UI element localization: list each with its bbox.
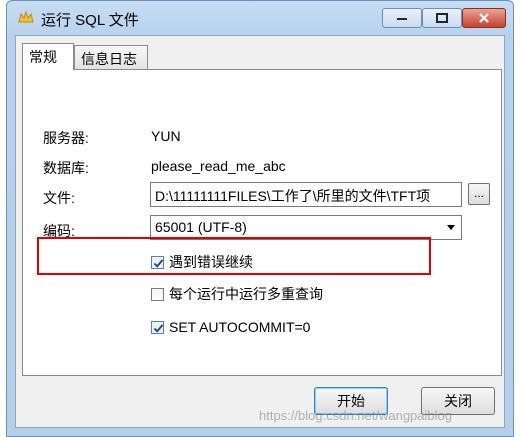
red-annotation-box — [37, 237, 431, 275]
minimize-button[interactable] — [382, 8, 422, 28]
server-label: 服务器: — [43, 130, 89, 146]
window-title: 运行 SQL 文件 — [41, 12, 139, 29]
close-window-button[interactable] — [462, 8, 506, 28]
watermark: https://blog.csdn.net/wangpaiblog — [259, 408, 452, 423]
title-bar: 运行 SQL 文件 — [7, 1, 513, 35]
dialog-body: 常规 信息日志 服务器: YUN 数据库: please_read_me_abc… — [15, 35, 505, 428]
encoding-value: 65001 (UTF-8) — [155, 219, 247, 235]
maximize-button[interactable] — [422, 8, 462, 28]
run-sql-file-dialog: 运行 SQL 文件 常规 信息日志 服务器: YUN 数据库: please_r… — [6, 0, 514, 437]
tab-general-label: 常规 — [29, 49, 57, 65]
checkbox-autocommit[interactable] — [151, 320, 164, 334]
file-label: 文件: — [43, 190, 75, 206]
browse-file-button[interactable]: ... — [468, 183, 490, 205]
tab-info-log-label: 信息日志 — [81, 51, 137, 67]
option-multi-query[interactable]: 每个运行中运行多重查询 — [151, 285, 323, 303]
tab-info-log[interactable]: 信息日志 — [74, 45, 148, 69]
file-path-input[interactable]: D:\11111111FILES\工作了\所里的文件\TFT项 — [150, 182, 462, 207]
server-value: YUN — [151, 128, 181, 144]
option-autocommit[interactable]: SET AUTOCOMMIT=0 — [151, 318, 310, 336]
maximize-icon — [436, 13, 448, 23]
database-label: 数据库: — [43, 160, 89, 176]
minimize-icon — [397, 18, 407, 20]
tab-general[interactable]: 常规 — [22, 43, 74, 70]
general-panel: 服务器: YUN 数据库: please_read_me_abc 文件: D:\… — [22, 69, 502, 376]
close-icon — [479, 13, 489, 23]
app-icon — [17, 9, 35, 27]
checkbox-multi-query[interactable] — [151, 287, 164, 301]
chevron-down-icon — [447, 225, 455, 230]
checkmark-icon — [153, 323, 164, 333]
option-label: SET AUTOCOMMIT=0 — [169, 319, 311, 335]
database-value: please_read_me_abc — [151, 158, 286, 174]
option-label: 每个运行中运行多重查询 — [169, 286, 323, 302]
